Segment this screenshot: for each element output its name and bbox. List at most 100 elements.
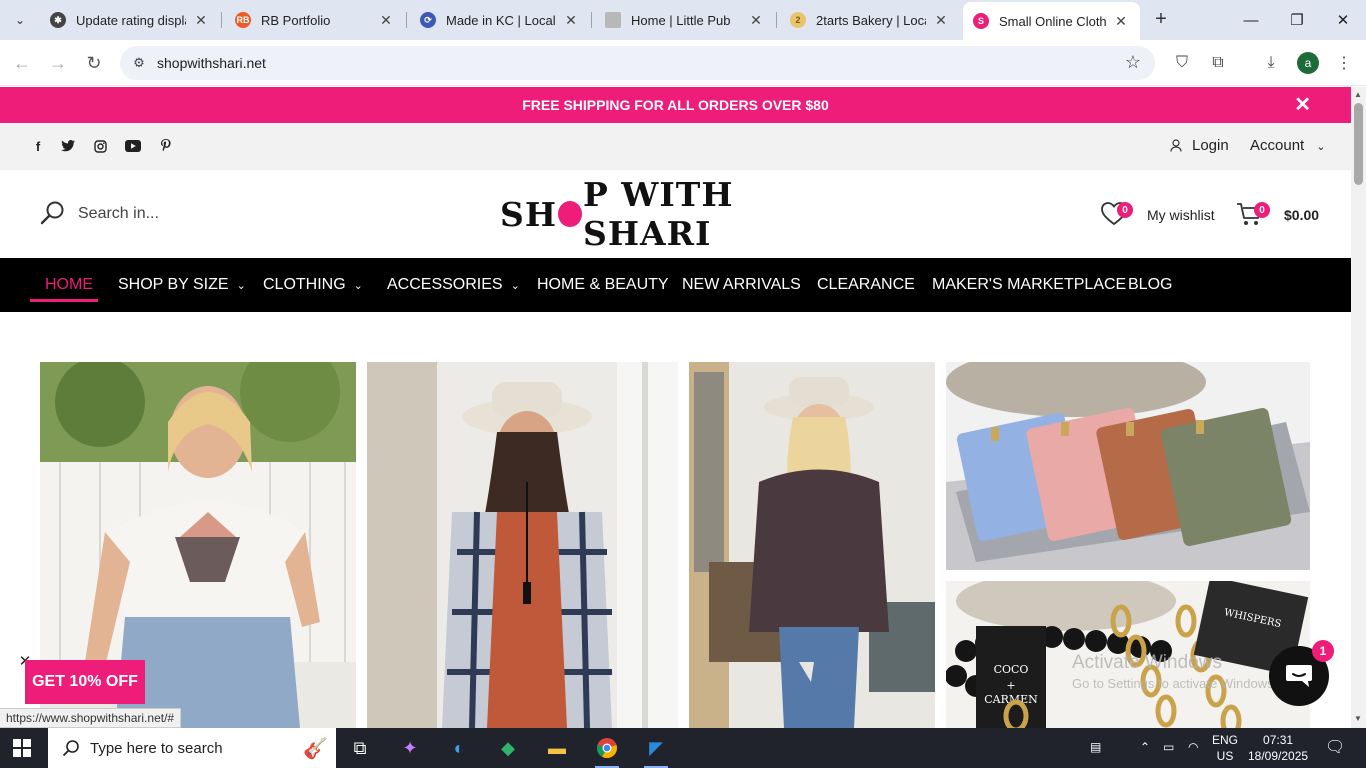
tab-separator <box>776 12 777 28</box>
tab-close-icon[interactable]: ✕ <box>192 11 210 29</box>
file-explorer-icon[interactable]: ▬ <box>543 734 571 762</box>
news-widget-icon[interactable]: ▤ <box>1090 740 1101 754</box>
chevron-down-icon: ⌄ <box>236 280 246 292</box>
tab-title: Small Online Clothing <box>999 13 1106 29</box>
browser-tab[interactable]: RB RB Portfolio ✕ <box>225 6 405 34</box>
page-scrollbar[interactable]: ▲ ▼ <box>1351 87 1366 728</box>
new-tab-button[interactable]: + <box>1150 8 1172 30</box>
site-logo[interactable]: SH P WITH SHARI <box>500 175 852 253</box>
chevron-down-icon: ⌄ <box>510 280 520 292</box>
search-input[interactable] <box>78 200 278 228</box>
reload-icon[interactable]: ↻ <box>81 50 107 76</box>
windows-start-icon[interactable] <box>13 739 31 757</box>
nav-item-blog[interactable]: BLOG <box>1128 276 1172 294</box>
browser-tab[interactable]: ✱ Update rating display ✕ <box>40 6 220 34</box>
browser-tab[interactable]: Home | Little Pub ✕ <box>595 6 775 34</box>
cart-count-badge: 0 <box>1254 202 1270 218</box>
system-clock[interactable]: 07:31 18/09/2025 <box>1248 732 1308 764</box>
vscode-icon[interactable]: ◤ <box>642 734 670 768</box>
close-icon[interactable]: ✕ <box>1294 95 1311 115</box>
close-window-icon[interactable]: ✕ <box>1320 6 1366 34</box>
facebook-icon[interactable]: f <box>28 137 48 155</box>
status-bar-url: https://www.shopwithshari.net/# <box>0 708 182 728</box>
edge-icon[interactable]: ◐ <box>445 734 473 762</box>
taskbar-search-placeholder: Type here to search <box>90 739 223 757</box>
nav-item-home-beauty[interactable]: HOME & BEAUTY <box>537 276 669 294</box>
bookmark-star-icon[interactable]: ☆ <box>1125 52 1141 73</box>
wifi-icon[interactable]: ◠ <box>1188 740 1198 754</box>
shield-extension-icon[interactable]: ⛉ <box>1171 52 1193 74</box>
tab-favicon: 2 <box>790 12 806 28</box>
pinterest-icon[interactable] <box>156 137 176 155</box>
restore-icon[interactable]: ❐ <box>1274 6 1320 34</box>
download-icon[interactable]: ⤓ <box>1260 52 1282 74</box>
logo-pink-dot <box>558 201 582 227</box>
scroll-thumb[interactable] <box>1354 103 1363 185</box>
hero-tile-sweater[interactable] <box>689 362 935 728</box>
tab-favicon <box>605 12 621 28</box>
nav-item-accessories[interactable]: ACCESSORIES ⌄ <box>387 276 520 294</box>
watermark-line2: Go to Settings to activate Windows. <box>1072 676 1278 691</box>
nav-item-makers-marketplace[interactable]: MAKER'S MARKETPLACE <box>932 276 1126 294</box>
extensions-puzzle-icon[interactable]: ⧉ <box>1207 52 1229 74</box>
tab-favicon: ⟳ <box>420 12 436 28</box>
tab-search-chevron-icon[interactable]: ⌄ <box>6 7 34 33</box>
chevron-down-icon: ⌄ <box>1316 141 1326 153</box>
get-10-off-button[interactable]: GET 10% OFF <box>25 660 145 704</box>
tab-close-icon[interactable]: ✕ <box>377 11 395 29</box>
coco-carmen-card-text: COCO <box>994 663 1029 676</box>
task-view-icon[interactable]: ⧉ <box>346 734 374 762</box>
address-url: shopwithshari.net <box>157 55 266 71</box>
tab-title: 2tarts Bakery | Local I <box>816 12 926 28</box>
scroll-down-arrow-icon[interactable]: ▼ <box>1354 714 1362 723</box>
youtube-icon[interactable] <box>123 137 143 155</box>
search-icon <box>62 740 79 757</box>
battery-icon[interactable]: ▭ <box>1163 740 1174 754</box>
minimize-icon[interactable]: — <box>1228 6 1274 34</box>
nav-item-shop-by-size[interactable]: SHOP BY SIZE ⌄ <box>118 276 246 294</box>
site-settings-icon[interactable]: ⚙ <box>130 54 148 72</box>
announcement-bar: FREE SHIPPING FOR ALL ORDERS OVER $80 ✕ <box>0 87 1351 123</box>
chrome-icon[interactable] <box>593 734 621 768</box>
browser-tab-active[interactable]: S Small Online Clothing ✕ <box>963 2 1140 40</box>
nav-item-clearance[interactable]: CLEARANCE <box>817 276 915 294</box>
nav-item-home[interactable]: HOME <box>45 276 93 294</box>
notification-center-icon[interactable]: 🗨 <box>1325 737 1345 757</box>
login-link[interactable]: Login <box>1170 137 1229 154</box>
profile-avatar[interactable]: a <box>1297 52 1319 74</box>
scroll-up-arrow-icon[interactable]: ▲ <box>1354 90 1362 99</box>
nav-item-clothing[interactable]: CLOTHING ⌄ <box>263 276 363 294</box>
announcement-text: FREE SHIPPING FOR ALL ORDERS OVER $80 <box>522 97 829 113</box>
wishlist-link[interactable]: My wishlist <box>1147 207 1215 223</box>
tab-title: Home | Little Pub <box>631 12 731 28</box>
instagram-icon[interactable] <box>90 137 110 155</box>
taskbar-search-box[interactable]: Type here to search 🎸 <box>48 728 336 768</box>
user-icon <box>1170 139 1182 152</box>
menu-kebab-icon[interactable]: ⋮ <box>1333 52 1355 74</box>
tab-title: Made in KC | Local Go <box>446 12 556 28</box>
search-icon[interactable] <box>40 200 66 226</box>
tab-close-icon[interactable]: ✕ <box>747 11 765 29</box>
copilot-icon[interactable]: ✦ <box>396 734 424 762</box>
hero-tile-wallets[interactable] <box>946 362 1310 570</box>
back-arrow-icon[interactable]: ← <box>9 50 35 76</box>
language-indicator[interactable]: ENG US <box>1212 732 1238 764</box>
app-leaf-icon[interactable]: ◆ <box>494 734 522 762</box>
login-label: Login <box>1192 137 1229 154</box>
tab-close-icon[interactable]: ✕ <box>1112 12 1130 30</box>
tab-title: Update rating display <box>76 12 186 28</box>
account-dropdown[interactable]: Account ⌄ <box>1250 137 1326 154</box>
tab-favicon: ✱ <box>50 12 66 28</box>
browser-tab[interactable]: 2 2tarts Bakery | Local I ✕ <box>780 6 960 34</box>
browser-tab[interactable]: ⟳ Made in KC | Local Go ✕ <box>410 6 590 34</box>
address-bar[interactable]: ⚙ shopwithshari.net ☆ <box>120 46 1155 80</box>
browser-tab-strip: ⌄ ✱ Update rating display ✕ RB RB Portfo… <box>0 0 1366 40</box>
nav-item-new-arrivals[interactable]: NEW ARRIVALS <box>682 276 801 294</box>
twitter-icon[interactable] <box>58 137 78 155</box>
forward-arrow-icon[interactable]: → <box>45 50 71 76</box>
tray-chevron-up-icon[interactable]: ⌃ <box>1140 740 1150 754</box>
cart-total[interactable]: $0.00 <box>1284 207 1319 223</box>
hero-tile-plaid-shacket[interactable] <box>367 362 678 728</box>
tab-close-icon[interactable]: ✕ <box>932 11 950 29</box>
tab-close-icon[interactable]: ✕ <box>562 11 580 29</box>
